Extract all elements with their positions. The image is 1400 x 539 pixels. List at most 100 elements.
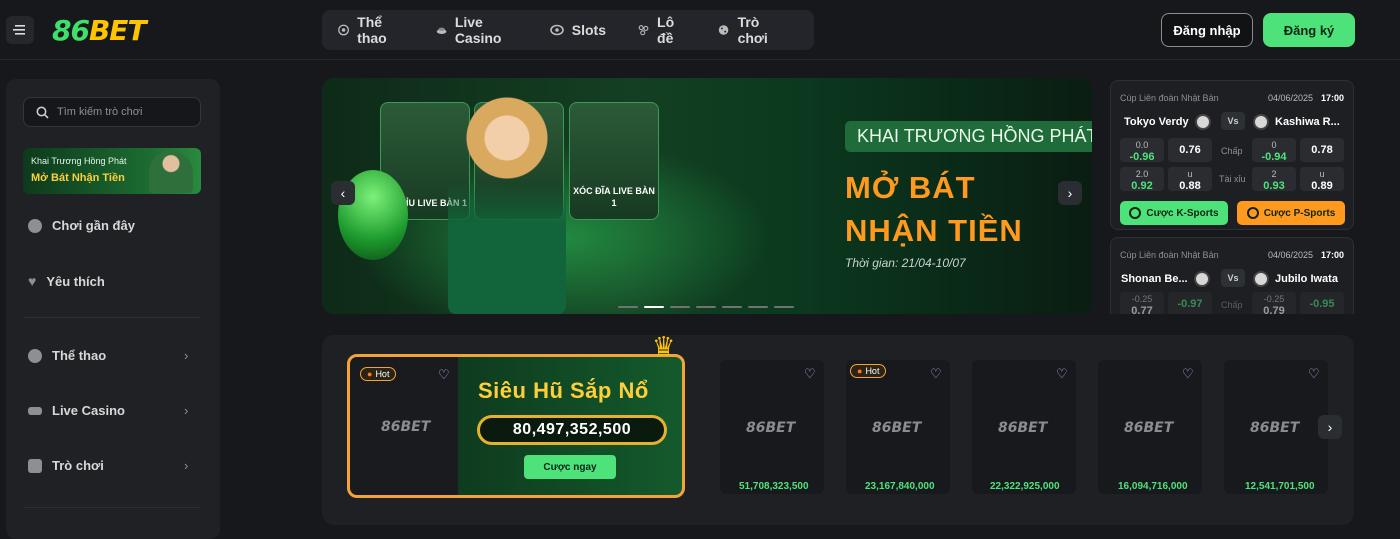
slot-icon	[549, 24, 564, 36]
odds-button[interactable]: -0.95	[1300, 292, 1344, 314]
match-time: 17:00	[1320, 250, 1344, 260]
chevron-right-icon[interactable]: ›	[184, 458, 188, 473]
nav-lottery[interactable]: Lô đề	[638, 14, 686, 46]
dice-icon	[719, 25, 729, 35]
carousel-dot[interactable]	[644, 306, 664, 308]
odds-line: u	[1319, 169, 1325, 179]
odds-button[interactable]: u 0.88	[1168, 167, 1212, 192]
odds-value: 0.88	[1179, 180, 1201, 192]
game-logo: 86BET	[746, 420, 796, 436]
odds-line: 2	[1271, 169, 1277, 179]
heart-icon[interactable]: ♡	[1182, 366, 1194, 382]
versus-badge: Vs	[1221, 112, 1245, 130]
jackpot-main-card[interactable]: ● Hot 86BET ♡ Siêu Hũ Sắp Nổ 80,497,352,5…	[347, 354, 685, 498]
team-badge-icon	[1193, 271, 1210, 287]
banner-headline-line2: NHẬN TIỀN	[845, 213, 1023, 248]
game-jackpot-value: 16,094,716,000	[1118, 481, 1188, 492]
logo[interactable]: 86BET	[52, 14, 147, 47]
nav-slots[interactable]: Slots	[549, 22, 606, 38]
game-tile[interactable]: ♡ 86BET	[720, 360, 824, 494]
promo-banner[interactable]: Khai Trương Hồng Phát Mở Bát Nhận Tiền	[23, 148, 201, 194]
fire-icon: ●	[857, 366, 863, 376]
heart-icon[interactable]: ♡	[804, 366, 816, 382]
bet-now-button[interactable]: Cược ngay	[524, 455, 616, 479]
nav-label: Lô đề	[657, 14, 675, 46]
carousel-dot[interactable]	[774, 306, 794, 308]
sidebar-item-label: Yêu thích	[46, 273, 105, 289]
sidebar-item-live-casino[interactable]: Live Casino	[28, 403, 125, 418]
sidebar-item-recent[interactable]: Chơi gần đây	[28, 218, 135, 233]
heart-icon[interactable]: ♡	[438, 367, 450, 383]
odds-button[interactable]: 0.78	[1300, 138, 1344, 162]
odds-line: 2.0	[1135, 169, 1149, 179]
carousel-dot[interactable]	[748, 306, 768, 308]
heart-icon[interactable]: ♡	[1308, 366, 1320, 382]
sidebar-item-sports[interactable]: Thể thao	[28, 348, 106, 363]
sidebar-item-games[interactable]: Trò chơi	[28, 458, 104, 473]
bet-k-sports-button[interactable]: Cược K-Sports	[1120, 201, 1228, 225]
match-card[interactable]: Cúp Liên đoàn Nhật Bản 04/06/2025 17:00 …	[1110, 80, 1354, 230]
nav-live-casino[interactable]: Live Casino	[436, 14, 518, 46]
heart-icon[interactable]: ♡	[930, 366, 942, 382]
register-button[interactable]: Đăng ký	[1263, 13, 1355, 47]
top-header: 86BET Thể thao Live Casino Slots Lô đề T…	[0, 0, 1400, 60]
search-input[interactable]: Tìm kiếm trò chơi	[23, 97, 201, 127]
odds-button[interactable]: 0 -0.94	[1252, 138, 1296, 163]
game-card-title: XÓC ĐĨA LIVE BÀN 1	[573, 186, 655, 208]
game-tile[interactable]: ♡ 86BET	[1098, 360, 1202, 494]
game-tile[interactable]: ♡ 86BET	[1224, 360, 1328, 494]
match-date: 04/06/2025	[1267, 250, 1313, 260]
odds-line: -0.25	[1263, 294, 1285, 304]
odds-value: -0.96	[1129, 151, 1155, 163]
game-tile[interactable]: ● Hot ♡ 86BET	[846, 360, 950, 494]
team-name: Jubilo Iwata	[1275, 273, 1338, 285]
odds-button[interactable]: 2.0 0.92	[1120, 167, 1164, 192]
odds-button[interactable]: -0.25 0.79	[1252, 292, 1296, 314]
clock-icon	[28, 218, 42, 233]
bet-p-sports-button[interactable]: Cược P-Sports	[1237, 201, 1345, 225]
heart-icon[interactable]: ♡	[1056, 366, 1068, 382]
casino-chips-icon	[28, 406, 42, 415]
jackpot-amount: 80,497,352,500	[477, 415, 667, 445]
search-icon	[36, 106, 49, 119]
odds-line: 0.0	[1135, 140, 1149, 150]
nav-label: Slots	[571, 22, 606, 38]
menu-icon[interactable]	[6, 16, 34, 44]
game-logo: 86BET	[1250, 420, 1300, 436]
chevron-right-icon[interactable]: ›	[184, 403, 188, 418]
carousel-dot[interactable]	[618, 306, 638, 308]
odds-button[interactable]: 0.76	[1168, 138, 1212, 162]
odds-value: -0.97	[1177, 298, 1203, 310]
game-tile[interactable]: ♡ 86BET	[972, 360, 1076, 494]
odds-button[interactable]: u 0.89	[1300, 167, 1344, 192]
odds-button[interactable]: 2 0.93	[1252, 167, 1296, 192]
odds-button[interactable]: 0.0 -0.96	[1120, 138, 1164, 163]
chevron-right-icon[interactable]: ›	[184, 348, 188, 363]
match-time: 17:00	[1320, 93, 1344, 103]
logo-number: 86	[52, 14, 90, 47]
match-card[interactable]: Cúp Liên đoàn Nhật Bản 04/06/2025 17:00 …	[1110, 237, 1354, 314]
hero-banner[interactable]: TÀI XỈU LIVE BÀN 1 XÓC ĐĨA LIVE BÀN 1 KH…	[322, 78, 1092, 314]
game-logo: 86BET	[1124, 420, 1174, 436]
button-label: Cược P-Sports	[1263, 207, 1336, 219]
chevron-left-icon[interactable]: ‹	[331, 181, 355, 205]
game-jackpot-value: 23,167,840,000	[865, 481, 935, 492]
odds-button[interactable]: -0.25 0.77	[1120, 292, 1164, 314]
nav-sports[interactable]: Thể thao	[338, 14, 404, 46]
carousel-dot[interactable]	[670, 306, 690, 308]
promo-figure-image	[149, 151, 193, 193]
carousel-dot[interactable]	[722, 306, 742, 308]
chevron-right-icon[interactable]: ›	[1058, 181, 1082, 205]
hot-badge: ● Hot	[850, 364, 887, 378]
banner-time: Thời gian: 21/04-10/07	[845, 256, 966, 270]
chevron-right-icon[interactable]: ›	[1318, 415, 1342, 439]
p-sports-icon	[1246, 207, 1259, 219]
team-name: Kashiwa R...	[1275, 116, 1340, 128]
promo-line2: Mở Bát Nhận Tiền	[31, 172, 125, 184]
sidebar-item-favorites[interactable]: ♥ Yêu thích	[28, 273, 105, 289]
login-button[interactable]: Đăng nhập	[1161, 13, 1253, 47]
odds-button[interactable]: -0.97	[1168, 292, 1212, 314]
carousel-dot[interactable]	[696, 306, 716, 308]
nav-games[interactable]: Trò chơi	[718, 14, 782, 46]
odds-value: 0.77	[1131, 305, 1153, 314]
